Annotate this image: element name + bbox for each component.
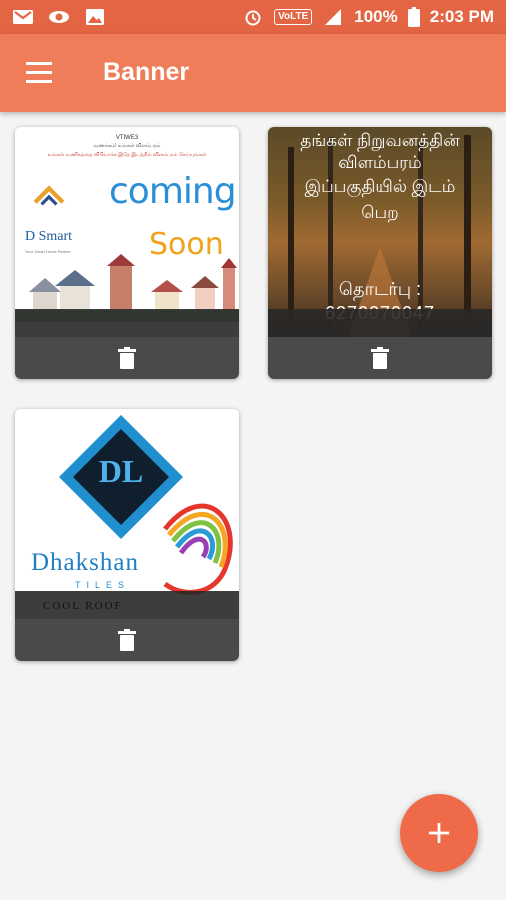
banner-text-line: தங்கள் நிறுவனத்தின் <box>300 131 460 150</box>
logo-letters: DL <box>98 453 144 489</box>
app-bar: Banner <box>0 34 506 112</box>
banner-image[interactable]: VTIWE3 வணக்கம்! உங்கள் விளம்பரம் உங்கள் … <box>15 127 239 337</box>
house-logo-icon <box>33 185 65 206</box>
contact-label: தொடர்பு : <box>338 279 422 299</box>
banner-image[interactable]: தங்கள் நிறுவனத்தின் விளம்பரம் இப்பகுதியி… <box>268 127 492 337</box>
banner-text-line: விளம்பரம் <box>338 153 422 172</box>
status-time: 2:03 PM <box>429 7 494 26</box>
image-overlay-strip <box>268 309 492 337</box>
banner-text-line: பெற <box>361 203 399 222</box>
battery-percent: 100% <box>354 7 398 26</box>
cool-roof-text: COOL ROOF <box>43 600 123 612</box>
card-action-bar <box>268 337 492 379</box>
banner-small-heading: VTIWE3 <box>115 135 139 141</box>
banner-card[interactable]: DL Dhakshan TILES COOL ROOF <box>15 409 239 661</box>
hamburger-menu-icon[interactable] <box>26 62 54 84</box>
card-action-bar <box>15 337 239 379</box>
trash-icon[interactable] <box>118 347 136 369</box>
banner-text-line: இப்பகுதியில் இடம் <box>304 177 456 196</box>
brand-tiles: TILES <box>75 580 131 590</box>
plus-icon <box>428 822 450 844</box>
banner-card[interactable]: தங்கள் நிறுவனத்தின் விளம்பரம் இப்பகுதியி… <box>268 127 492 379</box>
gmail-icon <box>13 10 33 24</box>
battery-icon <box>407 7 420 27</box>
brand-name: D Smart <box>25 229 73 244</box>
banner-card[interactable]: VTIWE3 வணக்கம்! உங்கள் விளம்பரம் உங்கள் … <box>15 127 239 379</box>
trash-icon[interactable] <box>118 629 136 651</box>
image-overlay-strip <box>15 309 239 337</box>
banner-image[interactable]: DL Dhakshan TILES <box>15 409 239 619</box>
volte-icon: VoLTE <box>274 9 313 25</box>
banner-tiny-line: உங்கள் வணிகத்தை விரிவாக்க இதே இடத்தில் வ… <box>47 152 207 158</box>
coming-text: coming <box>109 171 237 212</box>
signal-icon <box>325 9 342 25</box>
image-icon <box>86 9 104 25</box>
add-banner-fab[interactable] <box>400 794 478 872</box>
eye-icon <box>49 11 69 23</box>
banner-tiny-line: வணக்கம்! உங்கள் விளம்பரம் <box>93 143 161 149</box>
brand-name: Dhakshan <box>31 549 139 576</box>
status-bar: VoLTE 100% 2:03 PM <box>0 0 506 34</box>
trash-icon[interactable] <box>371 347 389 369</box>
page-title: Banner <box>103 58 190 86</box>
alarm-icon <box>245 10 261 26</box>
card-action-bar <box>15 619 239 661</box>
